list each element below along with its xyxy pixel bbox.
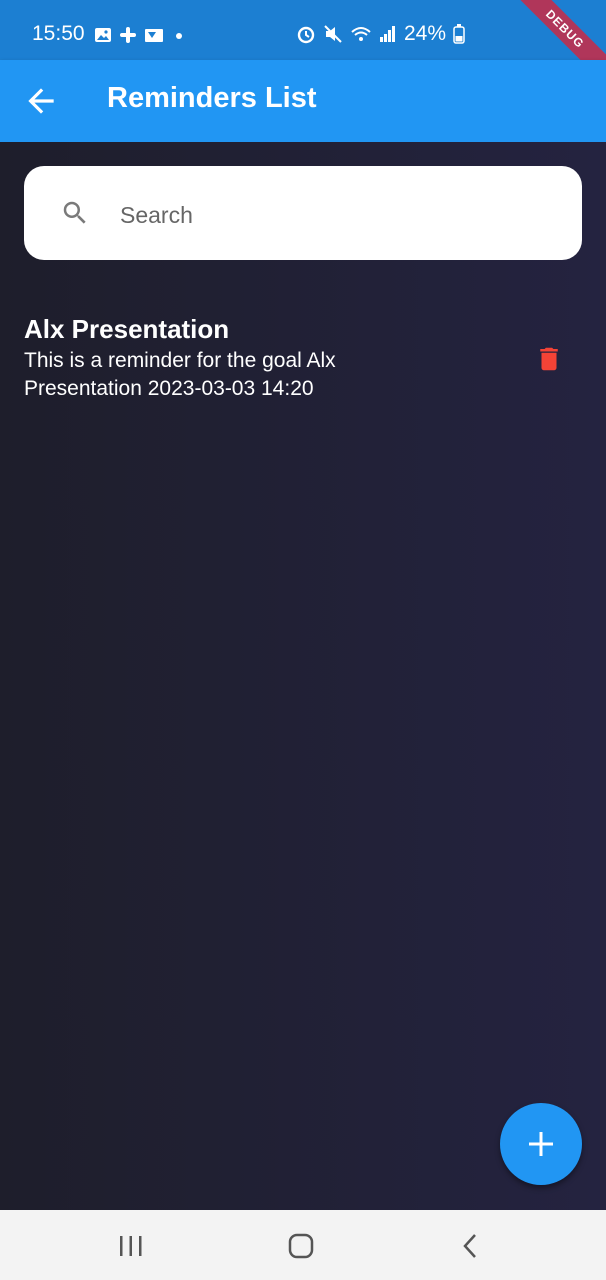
trash-icon — [540, 347, 558, 371]
recent-apps-icon — [120, 1236, 142, 1256]
wifi-icon — [351, 27, 371, 41]
mute-icon — [324, 25, 342, 43]
search-box[interactable] — [24, 166, 582, 260]
search-icon — [63, 201, 86, 224]
add-reminder-button[interactable] — [500, 1103, 582, 1185]
arrow-back-icon — [28, 88, 54, 114]
status-time: 15:50 — [32, 22, 85, 45]
image-icon — [95, 28, 111, 42]
nav-back-button[interactable] — [451, 1232, 491, 1260]
recent-apps-button[interactable] — [111, 1232, 151, 1260]
reminder-description: This is a reminder for the goal Alx Pres… — [24, 349, 336, 400]
home-button[interactable] — [281, 1232, 321, 1260]
alarm-icon — [297, 26, 315, 44]
app-bar: Reminders List — [0, 60, 606, 142]
battery-icon — [453, 24, 465, 44]
plus-icon — [529, 1132, 553, 1156]
search-input[interactable] — [118, 194, 542, 236]
reminder-title: Alx Presentation — [24, 314, 230, 344]
status-left-icons — [94, 26, 187, 44]
list-item[interactable]: Alx Presentation This is a reminder for … — [24, 312, 582, 412]
battery-percent: 24% — [404, 22, 447, 45]
delete-button[interactable] — [534, 342, 564, 376]
page-title: Reminders List — [107, 82, 317, 114]
back-button[interactable] — [22, 82, 60, 120]
chevron-left-icon — [463, 1234, 476, 1258]
status-bar: 15:50 24% — [0, 0, 606, 60]
system-nav-bar — [0, 1210, 606, 1280]
status-right: 24% — [296, 22, 465, 46]
home-icon — [288, 1233, 314, 1259]
dot-icon — [176, 33, 182, 39]
gallery-icon — [145, 29, 163, 42]
signal-icon — [380, 26, 395, 42]
slack-icon — [120, 27, 136, 43]
main-content: Alx Presentation This is a reminder for … — [0, 142, 606, 1210]
